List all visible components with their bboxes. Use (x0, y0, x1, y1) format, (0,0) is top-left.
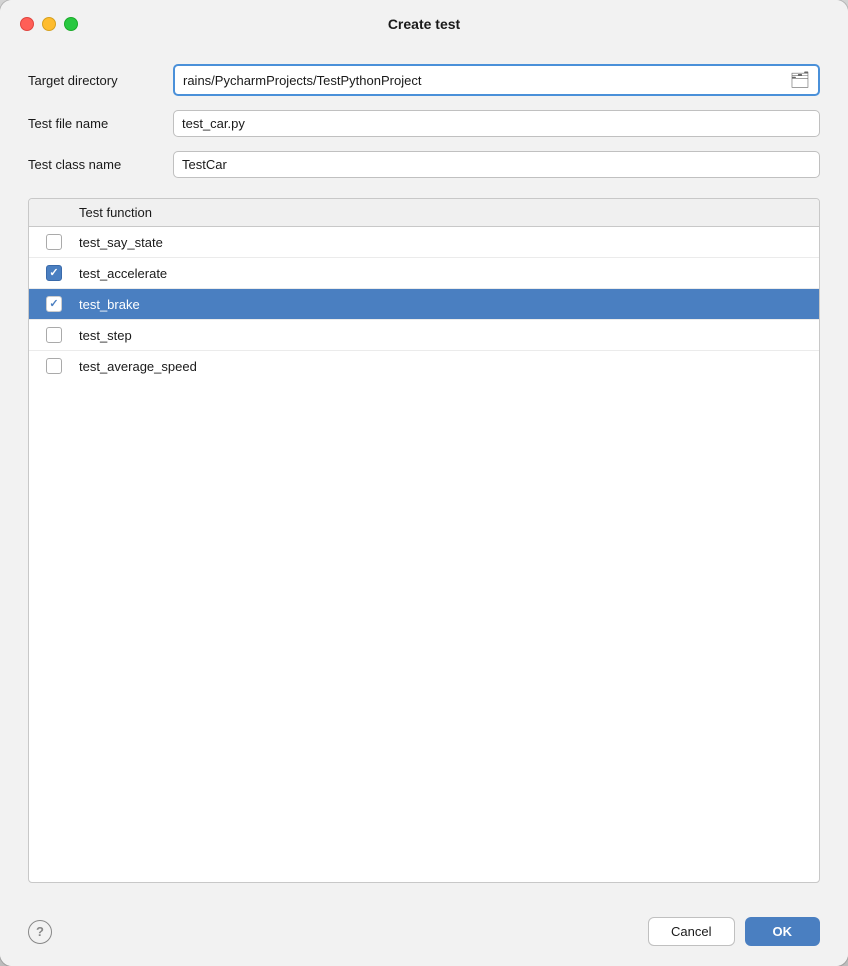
row-label-5: test_average_speed (79, 359, 819, 374)
test-file-row: Test file name (28, 110, 820, 137)
row-checkbox-1[interactable] (46, 234, 62, 250)
bottom-bar: ? Cancel OK (0, 903, 848, 966)
test-class-row: Test class name (28, 151, 820, 178)
test-file-label: Test file name (28, 116, 173, 131)
folder-icon: 🗂 (790, 70, 810, 90)
target-directory-row: Target directory 🗂 (28, 64, 820, 96)
table-row[interactable]: test_step (29, 320, 819, 351)
ok-button[interactable]: OK (745, 917, 821, 946)
test-class-input[interactable] (174, 152, 819, 177)
test-class-input-wrap (173, 151, 820, 178)
dialog-title: Create test (388, 16, 460, 32)
create-test-dialog: Create test Target directory 🗂 Test file… (0, 0, 848, 966)
row-label-3: test_brake (79, 297, 819, 312)
action-buttons: Cancel OK (648, 917, 820, 946)
row-checkbox-3[interactable]: ✓ (46, 296, 62, 312)
help-button[interactable]: ? (28, 920, 52, 944)
title-bar: Create test (0, 0, 848, 44)
table-row[interactable]: ✓ test_accelerate (29, 258, 819, 289)
row-label-2: test_accelerate (79, 266, 819, 281)
table-row[interactable]: test_say_state (29, 227, 819, 258)
test-file-input[interactable] (174, 111, 819, 136)
checkmark-icon: ✓ (49, 299, 58, 310)
row-checkbox-2[interactable]: ✓ (46, 265, 62, 281)
cancel-button[interactable]: Cancel (648, 917, 734, 946)
row-checkbox-col: ✓ (29, 265, 79, 281)
table-header: Test function (29, 199, 819, 227)
row-label-1: test_say_state (79, 235, 819, 250)
window-controls (20, 17, 78, 31)
row-checkbox-4[interactable] (46, 327, 62, 343)
table-row[interactable]: test_average_speed (29, 351, 819, 381)
table-row[interactable]: ✓ test_brake (29, 289, 819, 320)
close-button[interactable] (20, 17, 34, 31)
target-directory-input-wrap: 🗂 (173, 64, 820, 96)
row-checkbox-col (29, 358, 79, 374)
target-directory-input[interactable] (175, 68, 782, 93)
test-function-table: Test function test_say_state ✓ (28, 198, 820, 883)
row-checkbox-col: ✓ (29, 296, 79, 312)
function-column-header: Test function (79, 205, 819, 220)
row-label-4: test_step (79, 328, 819, 343)
maximize-button[interactable] (64, 17, 78, 31)
target-directory-label: Target directory (28, 73, 173, 88)
table-body: test_say_state ✓ test_accelerate ✓ (29, 227, 819, 381)
dialog-content: Target directory 🗂 Test file name Test c… (0, 44, 848, 903)
checkmark-icon: ✓ (49, 268, 58, 279)
row-checkbox-col (29, 234, 79, 250)
row-checkbox-col (29, 327, 79, 343)
test-file-input-wrap (173, 110, 820, 137)
browse-folder-button[interactable]: 🗂 (782, 66, 818, 94)
test-class-label: Test class name (28, 157, 173, 172)
minimize-button[interactable] (42, 17, 56, 31)
row-checkbox-5[interactable] (46, 358, 62, 374)
